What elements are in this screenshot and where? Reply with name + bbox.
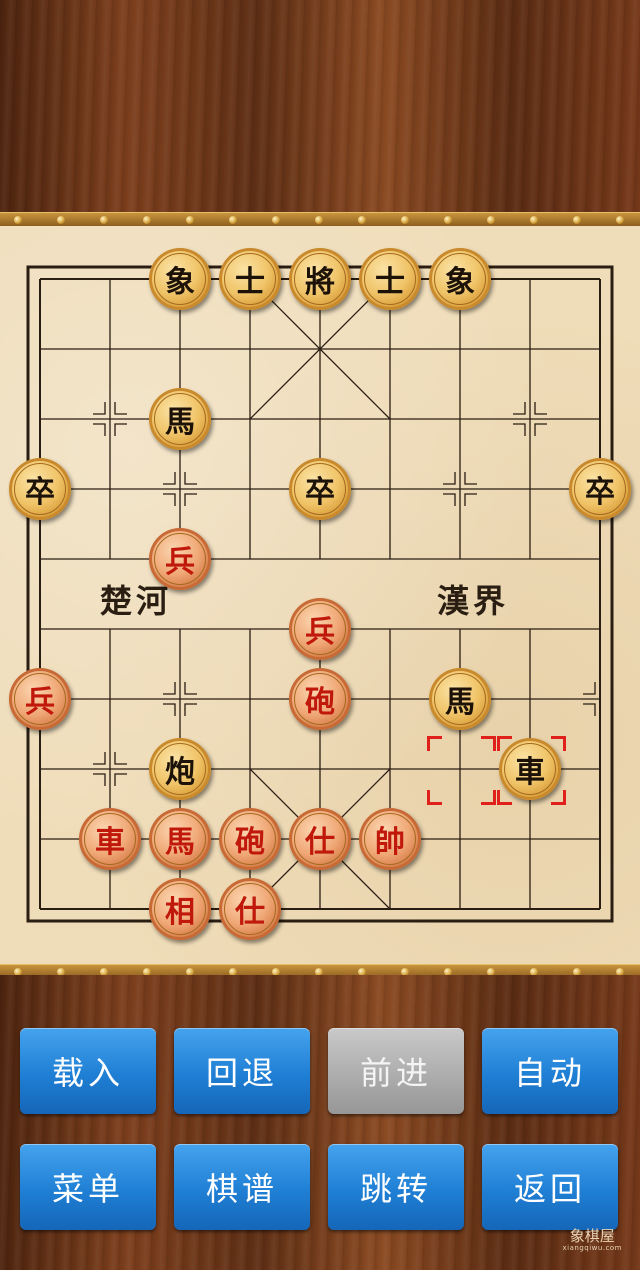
back-button[interactable]: 返回 [482, 1144, 618, 1230]
piece-label: 馬 [154, 393, 206, 445]
piece-label: 車 [504, 743, 556, 795]
forward-button[interactable]: 前进 [328, 1028, 464, 1114]
piece-label: 象 [154, 253, 206, 305]
black-piece[interactable]: 象 [149, 248, 211, 310]
watermark-text: 象棋屋 [569, 1227, 615, 1245]
piece-label: 車 [84, 813, 136, 865]
piece-label: 兵 [14, 673, 66, 725]
red-piece[interactable]: 仕 [289, 808, 351, 870]
black-piece[interactable]: 馬 [429, 668, 491, 730]
auto-button[interactable]: 自动 [482, 1028, 618, 1114]
selection-corner [481, 790, 496, 805]
piece-label: 卒 [294, 463, 346, 515]
piece-label: 象 [434, 253, 486, 305]
piece-label: 卒 [574, 463, 626, 515]
selection-corner [427, 790, 442, 805]
selection-corner [427, 736, 442, 751]
black-piece[interactable]: 士 [359, 248, 421, 310]
black-piece[interactable]: 將 [289, 248, 351, 310]
piece-label: 士 [364, 253, 416, 305]
load-button[interactable]: 载入 [20, 1028, 156, 1114]
piece-label: 馬 [434, 673, 486, 725]
piece-label: 仕 [294, 813, 346, 865]
menu-button[interactable]: 菜单 [20, 1144, 156, 1230]
red-piece[interactable]: 車 [79, 808, 141, 870]
piece-label: 兵 [294, 603, 346, 655]
red-piece[interactable]: 帥 [359, 808, 421, 870]
black-piece[interactable]: 馬 [149, 388, 211, 450]
black-piece[interactable]: 車 [499, 738, 561, 800]
piece-label: 兵 [154, 533, 206, 585]
black-piece[interactable]: 卒 [289, 458, 351, 520]
piece-label: 將 [294, 253, 346, 305]
pieces-layer: 象士將士象馬卒卒卒兵兵兵砲馬炮車車馬砲仕帥相仕 [0, 0, 640, 964]
jump-button[interactable]: 跳转 [328, 1144, 464, 1230]
site-watermark: 象棋屋 xiangqiwu.com [563, 1228, 622, 1252]
red-piece[interactable]: 相 [149, 878, 211, 940]
piece-label: 帥 [364, 813, 416, 865]
selection-corner [481, 736, 496, 751]
red-piece[interactable]: 兵 [289, 598, 351, 660]
red-piece[interactable]: 仕 [219, 878, 281, 940]
black-piece[interactable]: 卒 [9, 458, 71, 520]
red-piece[interactable]: 兵 [149, 528, 211, 590]
piece-label: 士 [224, 253, 276, 305]
red-piece[interactable]: 馬 [149, 808, 211, 870]
black-piece[interactable]: 卒 [569, 458, 631, 520]
piece-label: 砲 [294, 673, 346, 725]
black-piece[interactable]: 炮 [149, 738, 211, 800]
red-piece[interactable]: 砲 [289, 668, 351, 730]
manual-button[interactable]: 棋谱 [174, 1144, 310, 1230]
red-piece[interactable]: 砲 [219, 808, 281, 870]
black-piece[interactable]: 象 [429, 248, 491, 310]
piece-label: 炮 [154, 743, 206, 795]
piece-label: 相 [154, 883, 206, 935]
piece-label: 卒 [14, 463, 66, 515]
piece-label: 馬 [154, 813, 206, 865]
piece-label: 仕 [224, 883, 276, 935]
red-piece[interactable]: 兵 [9, 668, 71, 730]
undo-button[interactable]: 回退 [174, 1028, 310, 1114]
black-piece[interactable]: 士 [219, 248, 281, 310]
piece-label: 砲 [224, 813, 276, 865]
selection-corner [551, 790, 566, 805]
watermark-sub: xiangqiwu.com [562, 1243, 622, 1252]
